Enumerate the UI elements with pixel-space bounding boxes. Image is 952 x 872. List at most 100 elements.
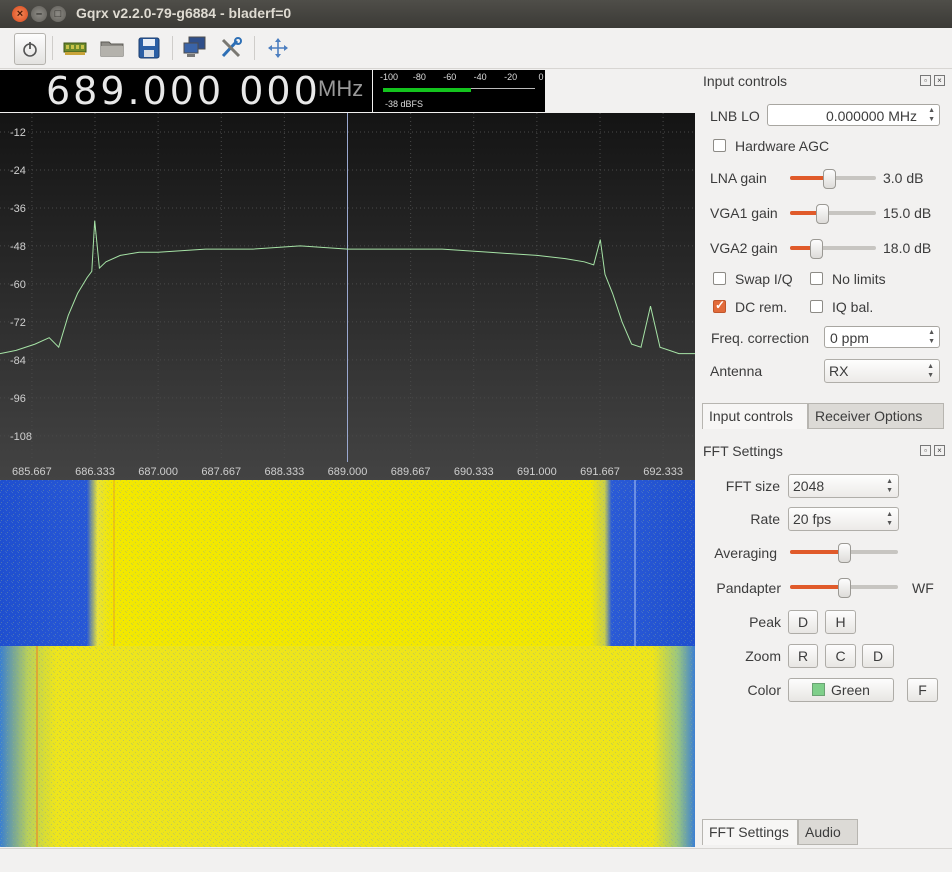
slider-handle[interactable] bbox=[815, 204, 829, 224]
lnb-lo-value: 0.000000 MHz bbox=[825, 108, 917, 124]
close-window-button[interactable]: × bbox=[12, 6, 28, 22]
lnb-lo-label: LNB LO bbox=[710, 108, 760, 124]
frequency-control[interactable]: 689.000 000 MHz bbox=[0, 70, 372, 112]
swap-iq-label: Swap I/Q bbox=[735, 271, 793, 287]
y-tick-label: -12 bbox=[10, 127, 26, 139]
fft-size-value: 2048 bbox=[793, 478, 825, 494]
vga2-gain-slider[interactable] bbox=[790, 238, 876, 259]
configure-button[interactable] bbox=[216, 33, 246, 63]
frequency-unit: MHz bbox=[318, 76, 364, 101]
title-bar: × – □ Gqrx v2.2.0-79-g6884 - bladerf=0 bbox=[0, 0, 952, 28]
x-tick-label: 691.000 bbox=[517, 466, 557, 478]
fullscreen-icon bbox=[268, 38, 288, 58]
freq-correction-label: Freq. correction bbox=[711, 330, 810, 346]
meter-readout: -38 dBFS bbox=[385, 99, 424, 109]
zoom-center-button[interactable]: C bbox=[825, 644, 856, 668]
dock-float-button[interactable]: ▫ bbox=[920, 75, 931, 86]
antenna-value: RX bbox=[829, 363, 849, 379]
meter-level-bar bbox=[383, 88, 472, 92]
freq-correction-spinbox[interactable]: 0 ppm ▲ ▼ bbox=[824, 326, 940, 348]
rate-value: 20 fps bbox=[793, 511, 832, 527]
rate-select[interactable]: 20 fps ▲ ▼ bbox=[788, 507, 899, 531]
dc-rem-checkbox[interactable] bbox=[713, 298, 726, 313]
vga2-gain-value: 18.0 dB bbox=[883, 240, 932, 256]
dock-buttons: ▫ × bbox=[917, 445, 945, 456]
waterfall-svg bbox=[0, 480, 695, 847]
bottom-dock-tabs: FFT Settings Audio bbox=[702, 819, 952, 845]
signal-meter: -100 -80 -60 -40 -20 0 -38 dBFS bbox=[373, 70, 545, 112]
maximize-window-button[interactable]: □ bbox=[50, 6, 66, 22]
slider-handle[interactable] bbox=[822, 169, 836, 189]
lnb-lo-spinbox[interactable]: 0.000000 MHz ▲ ▼ bbox=[767, 104, 940, 126]
fullscreen-button[interactable] bbox=[263, 33, 293, 63]
meter-scale-label: -80 bbox=[412, 72, 426, 82]
rate-label: Rate bbox=[750, 511, 780, 527]
slider-handle[interactable] bbox=[838, 578, 851, 598]
fft-settings-header: FFT Settings bbox=[703, 443, 783, 459]
dock-close-button[interactable]: × bbox=[934, 75, 945, 86]
x-tick-label: 687.667 bbox=[201, 466, 241, 478]
fft-size-select[interactable]: 2048 ▲ ▼ bbox=[788, 474, 899, 498]
peak-detect-button[interactable]: D bbox=[788, 610, 818, 634]
power-icon bbox=[23, 42, 37, 57]
no-limits-checkbox[interactable] bbox=[810, 272, 823, 285]
lna-gain-value: 3.0 dB bbox=[883, 170, 924, 186]
frequency-digits[interactable]: 689.000 000 bbox=[46, 70, 321, 112]
fill-toggle-button[interactable]: F bbox=[907, 678, 938, 702]
peak-hold-button[interactable]: H bbox=[825, 610, 856, 634]
tab-receiver-options[interactable]: Receiver Options bbox=[808, 403, 944, 429]
antenna-select[interactable]: RX ▲ ▼ bbox=[824, 359, 940, 383]
iq-bal-checkbox[interactable] bbox=[810, 300, 823, 313]
spin-arrows-icon[interactable]: ▲ ▼ bbox=[928, 328, 935, 346]
spin-arrows-icon[interactable]: ▲ ▼ bbox=[928, 106, 935, 124]
zoom-label: Zoom bbox=[745, 648, 781, 664]
x-tick-label: 686.333 bbox=[75, 466, 115, 478]
x-tick-label: 689.667 bbox=[391, 466, 431, 478]
io-devices-button[interactable] bbox=[60, 33, 90, 63]
y-tick-label: -60 bbox=[10, 279, 26, 291]
load-settings-button[interactable] bbox=[97, 33, 127, 63]
spectrum-svg[interactable]: -12 -24 -36 -48 -60 -72 -84 -96 -108 685.667 686.3… bbox=[0, 113, 695, 480]
x-tick-label: 690.333 bbox=[454, 466, 494, 478]
lna-gain-slider[interactable] bbox=[790, 168, 876, 189]
spectrum-plot[interactable]: -12 -24 -36 -48 -60 -72 -84 -96 -108 685.667 686.3… bbox=[0, 113, 695, 480]
averaging-slider[interactable] bbox=[790, 542, 898, 563]
y-tick-label: -108 bbox=[10, 431, 32, 443]
vga1-gain-label: VGA1 gain bbox=[710, 205, 778, 221]
window-title: Gqrx v2.2.0-79-g6884 - bladerf=0 bbox=[76, 5, 292, 21]
pandapter-wf-slider[interactable] bbox=[790, 577, 898, 598]
dock-buttons: ▫ × bbox=[917, 75, 945, 86]
slider-handle[interactable] bbox=[838, 543, 851, 563]
dock-float-button[interactable]: ▫ bbox=[920, 445, 931, 456]
color-value: Green bbox=[831, 682, 870, 698]
tab-fft-settings[interactable]: FFT Settings bbox=[702, 819, 798, 845]
vga2-gain-label: VGA2 gain bbox=[710, 240, 778, 256]
start-dsp-button[interactable] bbox=[14, 33, 46, 65]
x-tick-label: 689.000 bbox=[328, 466, 368, 478]
y-tick-label: -84 bbox=[10, 355, 26, 367]
x-tick-label: 691.667 bbox=[580, 466, 620, 478]
hardware-agc-checkbox[interactable] bbox=[713, 139, 726, 152]
zoom-reset-button[interactable]: R bbox=[788, 644, 818, 668]
color-picker-button[interactable]: Green bbox=[788, 678, 894, 702]
x-tick-label: 687.000 bbox=[138, 466, 178, 478]
save-settings-button[interactable] bbox=[134, 33, 164, 63]
swap-iq-checkbox[interactable] bbox=[713, 272, 726, 285]
dock-close-button[interactable]: × bbox=[934, 445, 945, 456]
combo-arrows-icon: ▲ ▼ bbox=[886, 478, 893, 494]
zoom-demod-button[interactable]: D bbox=[862, 644, 894, 668]
y-tick-label: -96 bbox=[10, 393, 26, 405]
wf-label: WF bbox=[912, 580, 934, 596]
waterfall-display[interactable] bbox=[0, 480, 695, 847]
save-icon bbox=[138, 37, 160, 59]
minimize-window-button[interactable]: – bbox=[31, 6, 47, 22]
tab-input-controls[interactable]: Input controls bbox=[702, 403, 808, 429]
remote-control-button[interactable] bbox=[180, 33, 210, 63]
vga1-gain-slider[interactable] bbox=[790, 203, 876, 224]
meter-scale-label: 0 bbox=[538, 72, 544, 82]
x-tick-label: 692.333 bbox=[643, 466, 683, 478]
slider-handle[interactable] bbox=[809, 239, 823, 259]
tab-audio[interactable]: Audio bbox=[798, 819, 858, 845]
y-tick-label: -48 bbox=[10, 241, 26, 253]
antenna-label: Antenna bbox=[710, 363, 763, 379]
